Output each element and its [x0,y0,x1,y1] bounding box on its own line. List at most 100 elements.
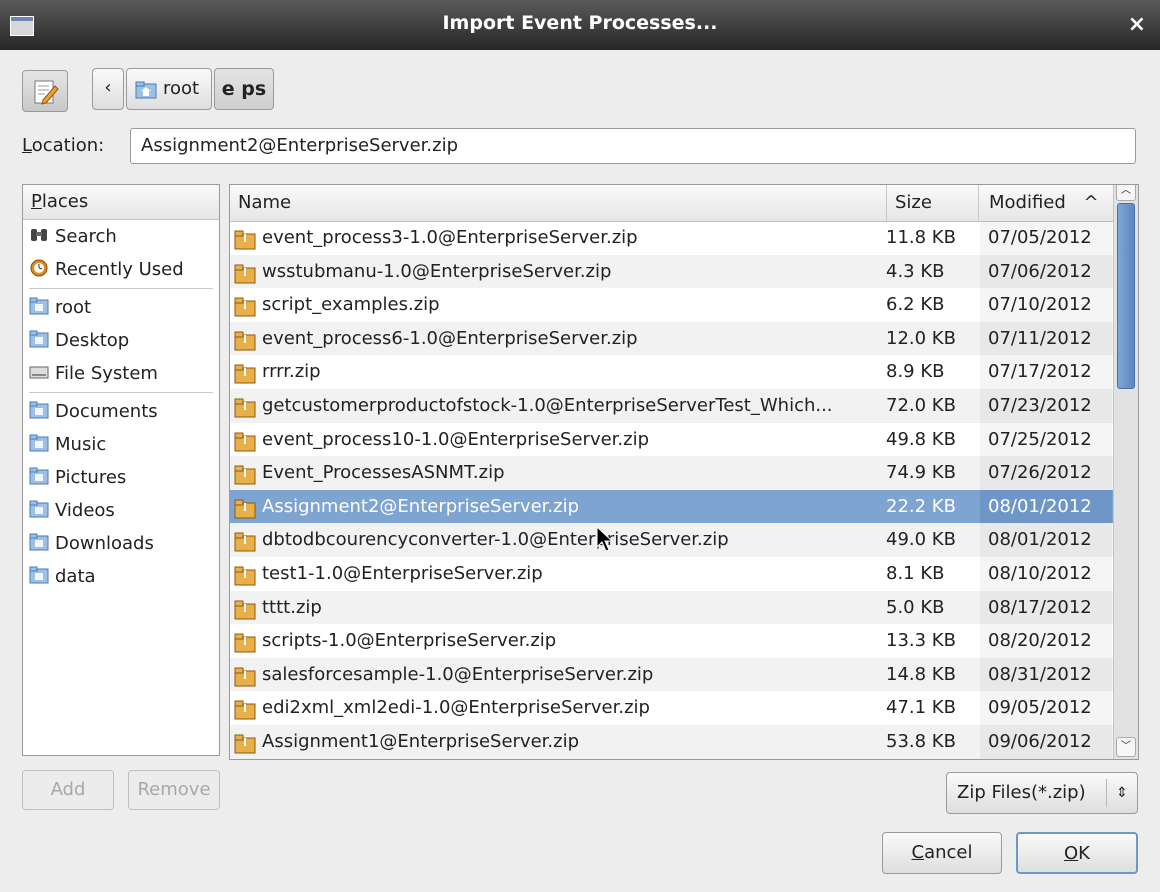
file-row[interactable]: tttt.zip 5.0 KB 08/17/2012 [230,590,1114,625]
music-folder-icon [29,430,49,452]
places-pane: Places Search Recently Used root Desktop Fil… [22,184,220,756]
file-modified: 08/10/2012 [980,556,1112,591]
places-item-documents[interactable]: Documents [23,395,219,428]
file-type-filter-select[interactable]: Zip Files(*.zip) ⇕ [946,772,1138,814]
file-modified: 07/23/2012 [980,388,1112,423]
file-size: 5.0 KB [886,596,945,618]
zip-archive-icon [234,295,256,317]
column-header-modified[interactable]: Modified ^ [978,185,1113,221]
file-row[interactable]: salesforcesample-1.0@EnterpriseServer.zi… [230,657,1114,692]
places-item-label: Videos [55,500,115,521]
column-header-name[interactable]: Name [238,185,291,221]
select-arrows-icon: ⇕ [1106,779,1137,807]
places-item-pictures[interactable]: Pictures [23,461,219,494]
zip-archive-icon [234,463,256,485]
file-name: event_process3-1.0@EnterpriseServer.zip [262,227,638,248]
file-row[interactable]: event_process6-1.0@EnterpriseServer.zip 1… [230,321,1114,356]
path-root-label: root [163,78,200,99]
places-item-downloads[interactable]: Downloads [23,527,219,560]
places-item-data[interactable]: data [23,560,219,593]
vertical-scrollbar[interactable]: ︿ ﹀ [1113,185,1138,759]
places-item-file-system[interactable]: File System [23,357,219,390]
scroll-up-icon[interactable]: ︿ [1116,185,1136,201]
recent-icon [29,255,49,277]
zip-archive-icon [234,698,256,720]
file-list-header: Name Size Modified ^ [230,185,1114,222]
file-modified: 08/20/2012 [980,624,1112,658]
file-name: scripts-1.0@EnterpriseServer.zip [262,630,557,652]
file-row[interactable]: script_examples.zip 6.2 KB 07/10/2012 [230,288,1114,322]
file-name: Event_ProcessesASNMT.zip [262,462,505,484]
type-location-button[interactable] [22,70,68,112]
zip-archive-icon [234,329,256,351]
zip-archive-icon [234,262,256,284]
file-row[interactable]: scripts-1.0@EnterpriseServer.zip 13.3 KB 0… [230,624,1114,658]
file-name: Assignment1@EnterpriseServer.zip [262,730,579,752]
file-row[interactable]: Event_ProcessesASNMT.zip 74.9 KB 07/26/201… [230,456,1114,490]
places-item-recently-used[interactable]: Recently Used [23,253,219,286]
zip-archive-icon [234,564,256,586]
file-modified: 09/06/2012 [980,724,1112,759]
desktop-folder-icon [29,326,49,348]
close-icon[interactable]: × [1128,12,1146,37]
file-row[interactable]: edi2xml_xml2edi-1.0@EnterpriseServer.zip… [230,691,1114,725]
cancel-button[interactable]: Cancel [882,832,1002,874]
file-modified: 07/25/2012 [980,422,1112,457]
file-name: getcustomerproductofstock-1.0@Enterprise… [262,394,833,416]
file-size: 72.0 KB [886,394,956,416]
ok-button[interactable]: OK [1016,832,1138,874]
file-row[interactable]: test1-1.0@EnterpriseServer.zip 8.1 KB 08/1… [230,556,1114,591]
places-item-label: Recently Used [55,259,184,280]
places-item-root[interactable]: root [23,291,219,324]
scroll-down-icon[interactable]: ﹀ [1116,737,1136,757]
location-input[interactable]: Assignment2@EnterpriseServer.zip [130,128,1136,164]
file-row[interactable]: event_process10-1.0@EnterpriseServer.zip… [230,422,1114,457]
file-size: 74.9 KB [886,462,956,484]
path-button-root[interactable]: root [126,68,212,110]
file-row[interactable]: rrrr.zip 8.9 KB 07/17/2012 [230,355,1114,389]
zip-archive-icon [234,631,256,653]
zip-archive-icon [234,732,256,754]
remove-bookmark-button[interactable]: Remove [128,770,220,810]
path-button-current[interactable]: e ps [214,68,274,110]
file-modified: 09/05/2012 [980,691,1112,725]
location-label-rest: ocation: [31,135,105,156]
places-item-search[interactable]: Search [23,220,219,253]
scrollbar-thumb[interactable] [1117,203,1135,389]
zip-archive-icon [234,497,256,519]
file-modified: 07/10/2012 [980,288,1112,322]
file-row[interactable]: Assignment2@EnterpriseServer.zip 22.2 KB 0… [230,489,1114,524]
downloads-folder-icon [29,529,49,551]
file-name: event_process10-1.0@EnterpriseServer.zip [262,428,650,450]
home-folder-icon [135,81,157,99]
places-item-label: File System [55,363,158,384]
places-item-music[interactable]: Music [23,428,219,461]
places-header[interactable]: Places [23,185,219,220]
pencil-edit-icon [34,80,59,105]
file-size: 49.0 KB [886,529,956,551]
places-separator [29,288,213,289]
file-row[interactable]: getcustomerproductofstock-1.0@Enterprise… [230,388,1114,423]
title-bar: Import Event Processes... × [0,0,1160,50]
binoculars-icon [29,222,49,241]
places-item-desktop[interactable]: Desktop [23,324,219,357]
file-name: rrrr.zip [262,361,321,383]
places-item-label: Documents [55,401,158,422]
pictures-folder-icon [29,463,49,485]
file-size: 6.2 KB [886,294,945,316]
path-back-button[interactable]: ‹ [92,68,124,110]
column-header-size[interactable]: Size [886,185,932,221]
zip-archive-icon [234,362,256,384]
file-modified: 08/17/2012 [980,590,1112,625]
file-row[interactable]: dbtodbcourencyconverter-1.0@EnterpriseSe… [230,523,1114,557]
add-bookmark-button[interactable]: Add [22,770,114,810]
filter-value: Zip Files(*.zip) [957,782,1086,803]
file-row[interactable]: wsstubmanu-1.0@EnterpriseServer.zip 4.3 K… [230,254,1114,289]
zip-archive-icon [234,228,256,250]
places-item-label: Desktop [55,330,130,351]
places-item-videos[interactable]: Videos [23,494,219,527]
file-row[interactable]: event_process3-1.0@EnterpriseServer.zip 1… [230,221,1114,255]
file-size: 53.8 KB [886,730,956,752]
file-row[interactable]: Assignment1@EnterpriseServer.zip 53.8 KB 0… [230,724,1114,759]
file-name: script_examples.zip [262,294,440,316]
